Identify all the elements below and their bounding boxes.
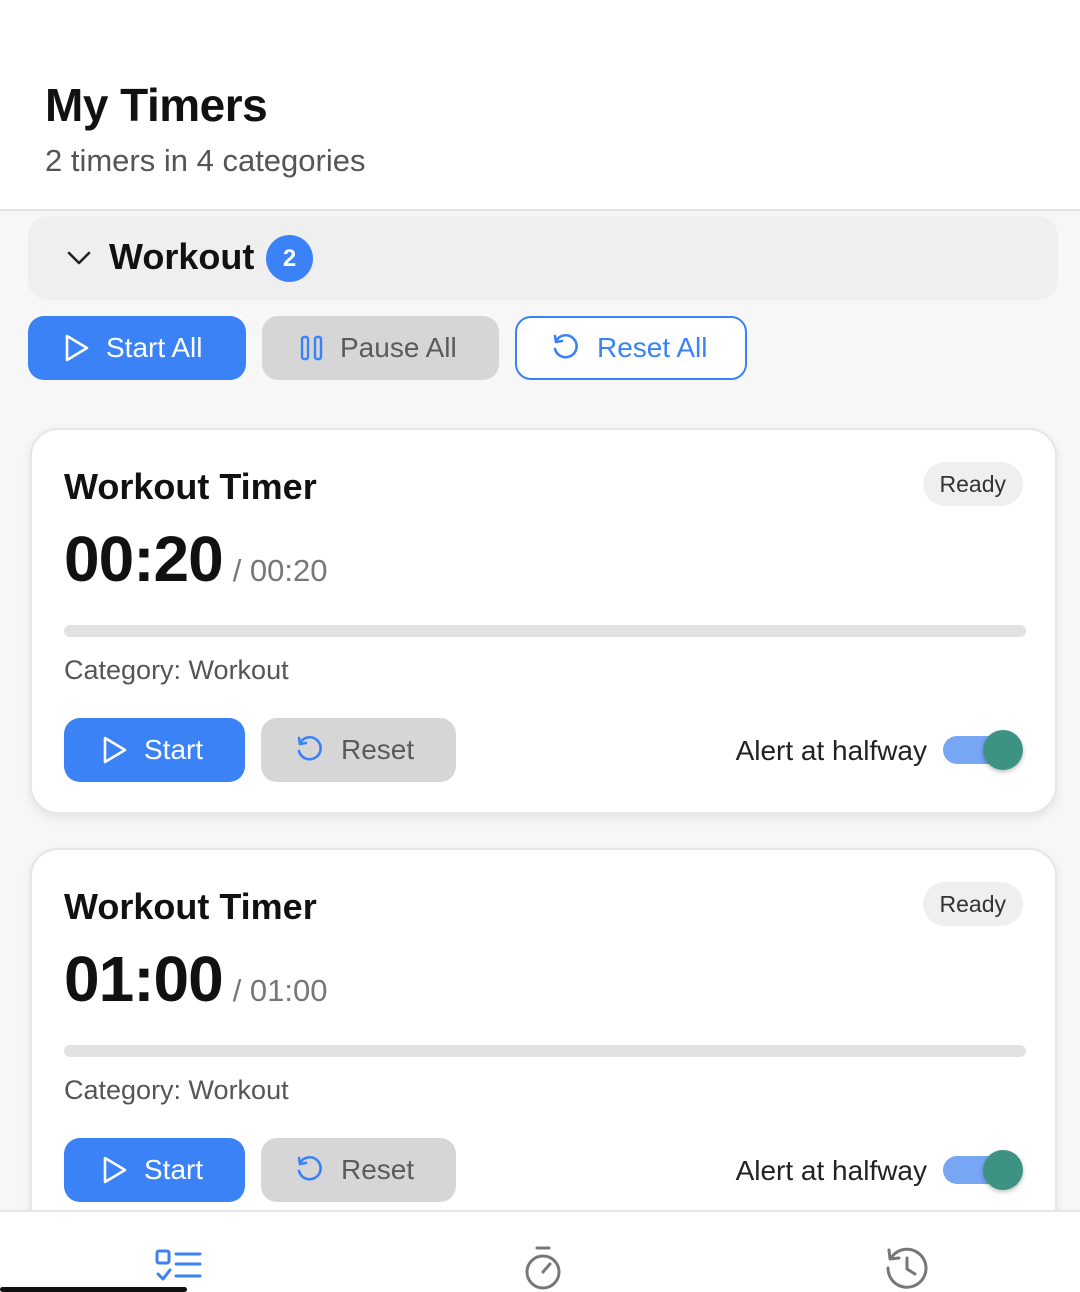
app-header: My Timers 2 timers in 4 categories [0, 0, 1080, 211]
time-display: 01:00 / 01:00 [64, 942, 328, 1016]
bottom-tab-bar [0, 1210, 1080, 1292]
page-subtitle: 2 timers in 4 categories [45, 143, 366, 178]
history-icon[interactable] [883, 1244, 931, 1292]
chevron-down-icon [67, 251, 91, 265]
category-count-badge: 2 [266, 235, 313, 282]
play-icon [65, 334, 89, 362]
reset-all-label: Reset All [597, 332, 708, 363]
pause-icon [300, 335, 323, 361]
page-title: My Timers [45, 79, 268, 131]
alert-halfway-label: Alert at halfway [735, 1155, 927, 1186]
timer-list-scroll[interactable]: Workout 2 Start All Pause All Reset All … [0, 213, 1080, 1210]
stopwatch-icon[interactable] [519, 1244, 567, 1292]
category-header-workout[interactable]: Workout 2 [28, 216, 1058, 300]
remaining-time: 01:00 [64, 943, 224, 1015]
timer-title: Workout Timer [64, 886, 317, 927]
total-time: / 00:20 [232, 553, 328, 588]
toggle-knob [983, 730, 1023, 770]
reset-icon [297, 1156, 322, 1181]
reset-icon [553, 334, 578, 359]
pause-all-button[interactable]: Pause All [262, 316, 499, 380]
reset-button[interactable]: Reset [261, 718, 456, 782]
category-name: Workout [109, 236, 255, 277]
reset-label: Reset [341, 734, 415, 765]
start-label: Start [144, 1154, 204, 1185]
alert-halfway-toggle[interactable] [943, 730, 1023, 770]
reset-all-button[interactable]: Reset All [515, 316, 747, 380]
play-icon [103, 1156, 127, 1184]
toggle-knob [983, 1150, 1023, 1190]
timers-list-icon[interactable] [154, 1244, 202, 1292]
reset-button[interactable]: Reset [261, 1138, 456, 1202]
status-badge: Ready [922, 462, 1023, 506]
home-indicator [0, 1287, 187, 1292]
reset-icon [297, 736, 322, 761]
timer-category: Category: Workout [64, 1075, 289, 1105]
timer-card: Workout Timer Ready 00:20 / 00:20 Catego… [30, 428, 1057, 814]
pause-all-label: Pause All [340, 332, 457, 363]
progress-bar [64, 1045, 1026, 1057]
start-button[interactable]: Start [64, 1138, 245, 1202]
play-icon [103, 736, 127, 764]
start-label: Start [144, 734, 204, 765]
alert-halfway-label: Alert at halfway [735, 735, 927, 766]
alert-halfway-toggle[interactable] [943, 1150, 1023, 1190]
remaining-time: 00:20 [64, 523, 224, 595]
start-all-button[interactable]: Start All [28, 316, 246, 380]
timer-card: Workout Timer Ready 01:00 / 01:00 Catego… [30, 848, 1057, 1210]
start-button[interactable]: Start [64, 718, 245, 782]
time-display: 00:20 / 00:20 [64, 522, 328, 596]
reset-label: Reset [341, 1154, 415, 1185]
timer-category: Category: Workout [64, 655, 289, 685]
total-time: / 01:00 [232, 973, 328, 1008]
progress-bar [64, 625, 1026, 637]
start-all-label: Start All [106, 332, 203, 363]
status-badge: Ready [922, 882, 1023, 926]
timer-title: Workout Timer [64, 466, 317, 507]
